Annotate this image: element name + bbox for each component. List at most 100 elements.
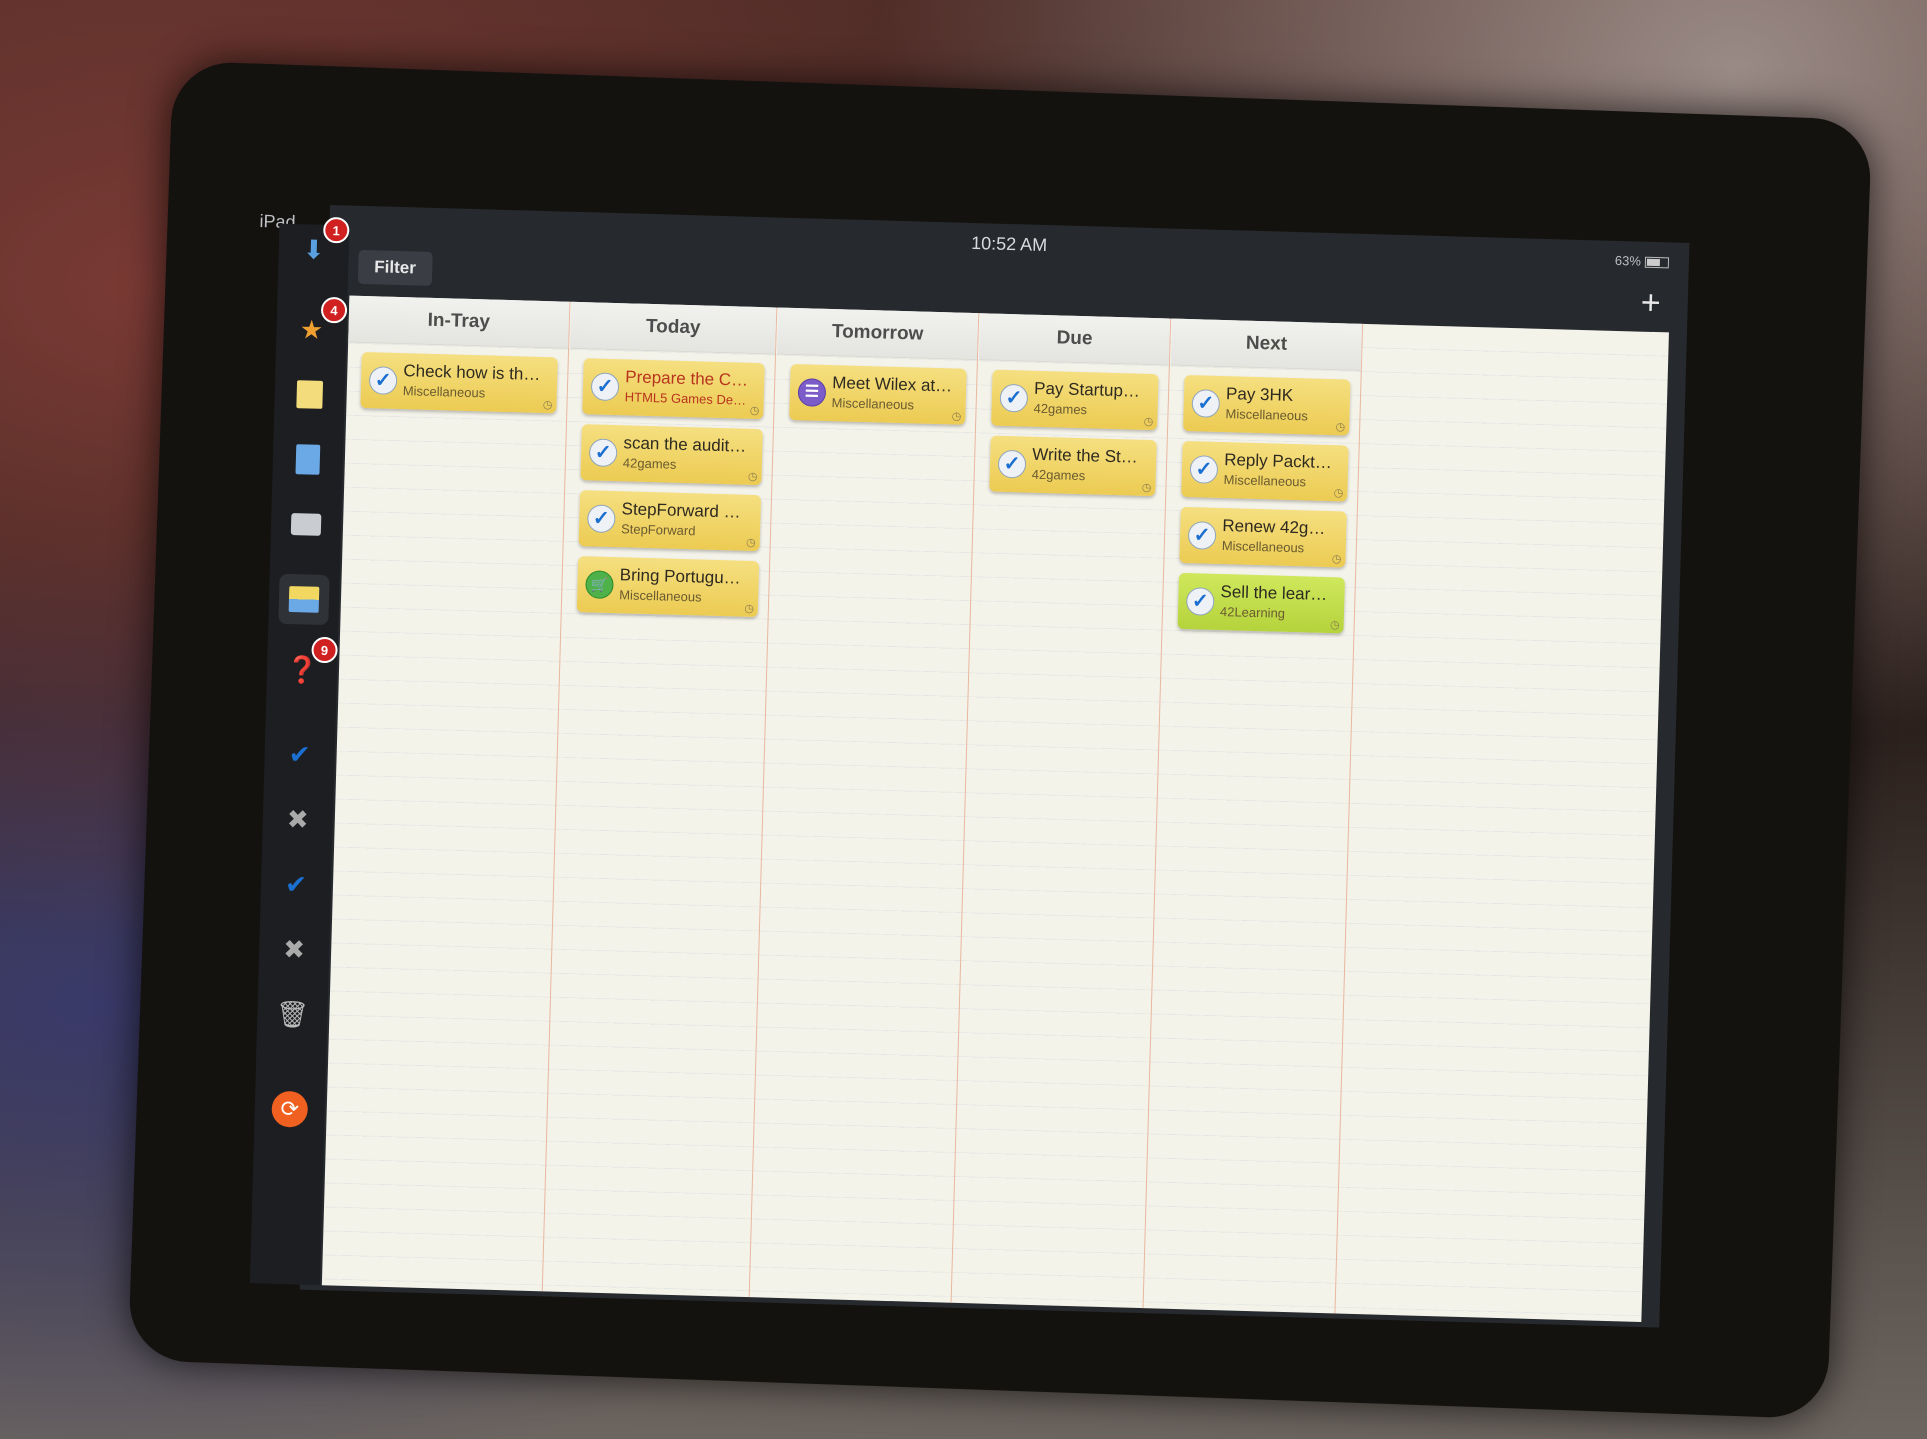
- clock-icon: ◷: [1143, 415, 1154, 429]
- sidebar-item-cancelled[interactable]: ✖: [272, 794, 323, 845]
- board-icon: [288, 586, 320, 613]
- battery-icon: [1644, 256, 1670, 269]
- column-next: Next ✓ Pay 3HK Miscellaneous ◷ ✓ Reply Packt e…: [1144, 318, 1364, 1314]
- clock-icon: ◷: [745, 536, 756, 550]
- battery-indicator: 63%: [1615, 253, 1670, 270]
- task-project: Miscellaneous: [1223, 472, 1307, 490]
- clock-icon: ◷: [749, 404, 760, 418]
- task-title: Renew 42games dom…: [1222, 516, 1333, 539]
- sidebar-item-completed[interactable]: ✔: [274, 729, 325, 780]
- trash-icon: 🗑: [275, 998, 310, 1030]
- clock-icon: ◷: [542, 399, 553, 412]
- column-today: Today ✓ Prepare the Count99… HTML5 Games De…: [543, 301, 778, 1298]
- task-title: Write the Startup Co…: [1032, 444, 1143, 468]
- sidebar-item-questions[interactable]: ❓ 9: [276, 636, 338, 695]
- clock-icon: ◷: [744, 602, 755, 615]
- sidebar-item-cancelled-archive[interactable]: ✖: [269, 924, 320, 975]
- column-header[interactable]: Next: [1170, 318, 1363, 371]
- column-header[interactable]: Tomorrow: [776, 307, 979, 361]
- cross-archive-icon: ✖: [282, 933, 306, 965]
- task-card[interactable]: ✓Write the Startup Co…42games ◷: [989, 435, 1157, 497]
- column-due: Due ✓ Pay Startup Commun… 42games ◷ ✓ Write th…: [952, 313, 1172, 1309]
- clock-icon: ◷: [747, 470, 758, 484]
- task-card[interactable]: ✓ Prepare the Count99… HTML5 Games Dev Scr…: [582, 358, 765, 420]
- task-project: Miscellaneous: [1221, 538, 1305, 556]
- filter-button[interactable]: Filter: [357, 249, 433, 286]
- clock-icon: ◷: [1335, 421, 1346, 434]
- kanban-board: In-Tray ✓ Check how is the iOS… Miscellaneo…: [321, 295, 1669, 1323]
- task-title: Reply Packt email: [1223, 450, 1335, 473]
- star-icon: ★: [299, 313, 324, 345]
- checkbox-icon[interactable]: ✓: [1187, 521, 1217, 550]
- column-header[interactable]: Today: [570, 301, 777, 355]
- inbox-badge: 1: [322, 216, 350, 244]
- task-card[interactable]: ✓ Check how is the iOS… Miscellaneous ◷: [360, 351, 558, 414]
- checklist-icon[interactable]: ☰: [797, 378, 827, 407]
- checkbox-icon[interactable]: ✓: [999, 383, 1029, 413]
- inbox-download-icon: ⬇: [302, 233, 326, 265]
- task-card[interactable]: ✓Sell the learning mate…42Learning ◷: [1177, 572, 1345, 634]
- checkbox-icon[interactable]: ✓: [590, 372, 620, 402]
- task-project: HTML5 Games Dev Scree…: [624, 389, 750, 408]
- task-project: Miscellaneous: [402, 383, 486, 401]
- cross-icon: ✖: [286, 803, 310, 835]
- task-title: Pay Startup Commun…: [1033, 378, 1145, 402]
- task-card[interactable]: ✓ Reply Packt email Miscellaneous ◷: [1181, 440, 1349, 502]
- clock-icon: ◷: [1329, 619, 1340, 632]
- column-header[interactable]: In-Tray: [348, 295, 570, 349]
- sidebar-item-completed-archive[interactable]: ✔: [270, 859, 321, 910]
- task-project: Miscellaneous: [1225, 406, 1309, 424]
- task-card[interactable]: ✓Renew 42games dom…Miscellaneous ◷: [1179, 506, 1347, 568]
- clock-icon: ◷: [1331, 553, 1342, 566]
- column-header[interactable]: Due: [978, 313, 1171, 366]
- column-in-tray: In-Tray ✓ Check how is the iOS… Miscellaneo…: [321, 295, 571, 1292]
- task-project: StepForward: [620, 521, 696, 539]
- check-icon: ✔: [288, 738, 311, 770]
- shopping-cart-icon[interactable]: 🛒: [585, 570, 614, 600]
- sidebar-item-notes[interactable]: [284, 369, 335, 420]
- add-task-button[interactable]: +: [1633, 284, 1668, 323]
- notebook-icon: [295, 444, 321, 475]
- task-card[interactable]: ✓ StepForward Friday… StepForward ◷: [578, 490, 762, 552]
- checkbox-icon[interactable]: ✓: [1185, 587, 1215, 616]
- check-archive-icon: ✔: [284, 868, 308, 900]
- sidebar-item-sync[interactable]: ⟳: [264, 1084, 315, 1135]
- clock-icon: ◷: [1333, 487, 1344, 500]
- questions-badge: 9: [311, 636, 338, 664]
- ipad-screen: iPad 10:52 AM 63% ⬇ 1 ★ 4 ❓ 9 ✔ ✖ ✔ ✖ 🗑 …: [249, 205, 1690, 1328]
- sidebar-item-inbox[interactable]: ⬇ 1: [288, 216, 350, 275]
- task-card[interactable]: ✓ scan the audit report 42games ◷: [580, 424, 763, 486]
- task-card[interactable]: ☰ Meet Wilex at 12:30pm Miscellaneous ◷: [789, 363, 967, 425]
- sidebar-item-trash[interactable]: 🗑: [267, 989, 318, 1040]
- sync-icon: ⟳: [271, 1090, 309, 1128]
- task-card[interactable]: ✓ Pay Startup Commun… 42games ◷: [991, 369, 1159, 431]
- task-title: Bring Portuguese Re…: [619, 565, 746, 588]
- task-project: 42games: [622, 455, 677, 472]
- folder-icon: [290, 513, 322, 536]
- sidebar-item-starred[interactable]: ★ 4: [286, 296, 348, 355]
- task-title: Pay 3HK: [1225, 384, 1294, 405]
- task-card[interactable]: ✓ Pay 3HK Miscellaneous ◷: [1183, 374, 1351, 436]
- sidebar-item-folder[interactable]: [280, 499, 331, 550]
- checkbox-icon[interactable]: ✓: [997, 449, 1027, 479]
- clock-icon: ◷: [951, 410, 962, 423]
- note-icon: [296, 380, 324, 409]
- sidebar-item-notebook[interactable]: [282, 434, 333, 485]
- task-title: StepForward Friday…: [621, 499, 747, 523]
- checkbox-icon[interactable]: ✓: [368, 366, 398, 395]
- sidebar-item-board[interactable]: [278, 573, 330, 626]
- task-title: Sell the learning mate…: [1220, 582, 1331, 605]
- task-title: Meet Wilex at 12:30pm: [831, 373, 953, 397]
- task-project: 42games: [1031, 466, 1086, 484]
- checkbox-icon[interactable]: ✓: [588, 438, 618, 468]
- task-title: scan the audit report: [623, 433, 749, 457]
- task-title: Prepare the Count99…: [625, 367, 751, 391]
- starred-badge: 4: [320, 296, 348, 324]
- clock-icon: ◷: [1141, 481, 1152, 495]
- task-card[interactable]: 🛒Bring Portuguese Re…Miscellaneous ◷: [576, 556, 760, 618]
- checkbox-icon[interactable]: ✓: [586, 504, 616, 534]
- checkbox-icon[interactable]: ✓: [1189, 455, 1219, 484]
- column-tomorrow: Tomorrow ☰ Meet Wilex at 12:30pm Miscellane…: [750, 307, 980, 1303]
- task-project: 42Learning: [1219, 604, 1286, 621]
- checkbox-icon[interactable]: ✓: [1191, 389, 1221, 418]
